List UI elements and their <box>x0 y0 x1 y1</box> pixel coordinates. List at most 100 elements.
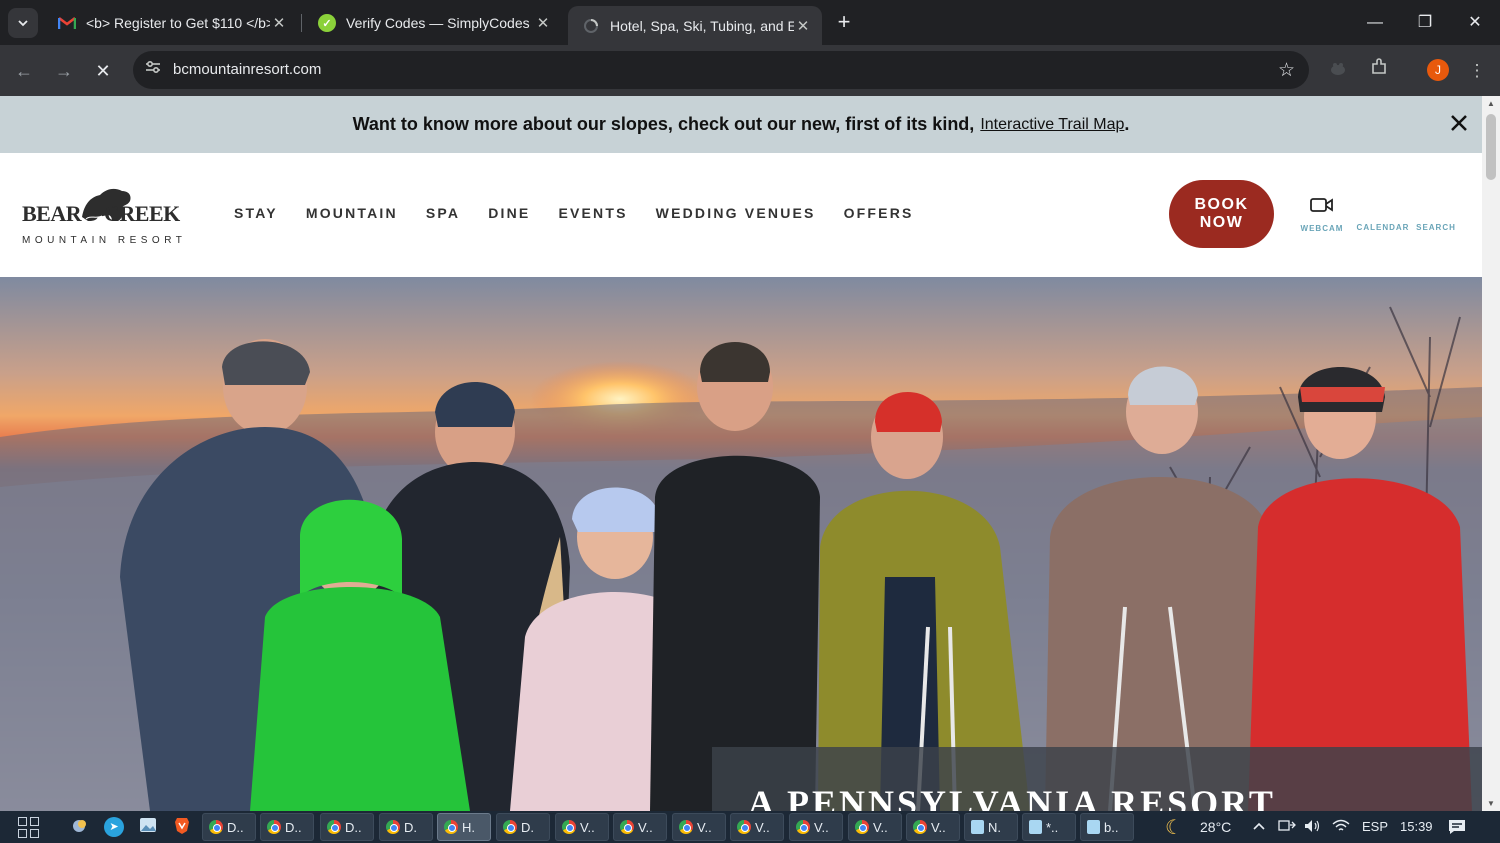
tab-search-button[interactable] <box>8 8 38 38</box>
nav-item-wedding-venues[interactable]: WEDDING VENUES <box>656 205 816 221</box>
tab-separator <box>301 14 302 32</box>
scroll-up-arrow[interactable]: ▲ <box>1486 99 1496 108</box>
tab-simplycodes[interactable]: ✓ Verify Codes — SimplyCodes ✕ <box>304 6 562 40</box>
taskbar-app[interactable]: D.. <box>260 813 314 841</box>
chrome-icon <box>796 820 810 834</box>
gmail-icon <box>58 14 76 32</box>
notepad-icon <box>1087 820 1100 834</box>
webcam-link[interactable]: WEBCAM <box>1300 197 1344 233</box>
taskbar-app[interactable]: N. <box>964 813 1018 841</box>
tab-gmail[interactable]: <b> Register to Get $110 </b> ✕ <box>44 6 298 40</box>
taskbar-app[interactable]: b.. <box>1080 813 1134 841</box>
more-menu-icon[interactable]: ⋮ <box>1464 58 1490 84</box>
url-text: bcmountainresort.com <box>173 61 322 78</box>
taskbar-app[interactable]: V.. <box>906 813 960 841</box>
profile-avatar[interactable]: J <box>1427 59 1449 81</box>
nav-item-dine[interactable]: DINE <box>488 205 530 221</box>
taskbar-app[interactable]: D.. <box>202 813 256 841</box>
taskbar-app[interactable]: D. <box>379 813 433 841</box>
minimize-button[interactable]: — <box>1360 10 1390 36</box>
chrome-icon <box>386 820 400 834</box>
hero-photo <box>0 277 1482 811</box>
notifications-icon[interactable] <box>1448 819 1466 838</box>
page-scrollbar[interactable]: ▲ ▼ <box>1482 96 1500 811</box>
taskbar-app-label: D.. <box>285 819 302 835</box>
taskbar-app-label: D.. <box>345 819 362 835</box>
nav-item-events[interactable]: EVENTS <box>558 205 627 221</box>
extensions-icon[interactable] <box>1366 58 1392 84</box>
clock[interactable]: 15:39 <box>1400 819 1433 834</box>
input-method-icon[interactable] <box>1278 819 1296 836</box>
taskbar-app[interactable]: D.. <box>320 813 374 841</box>
calendar-link[interactable]: CALENDAR <box>1355 213 1411 232</box>
announcement-bar: Want to know more about our slopes, chec… <box>0 96 1482 153</box>
close-icon[interactable]: ✕ <box>534 14 552 32</box>
taskbar-app[interactable]: V.. <box>848 813 902 841</box>
moon-icon[interactable]: ☾ <box>1165 815 1183 840</box>
taskbar-app-label: H. <box>462 819 475 835</box>
search-link[interactable]: SEARCH <box>1414 213 1458 232</box>
chrome-icon <box>913 820 927 834</box>
page-viewport: Want to know more about our slopes, chec… <box>0 96 1500 811</box>
nav-item-mountain[interactable]: MOUNTAIN <box>306 205 398 221</box>
taskbar-app-label: D. <box>521 819 534 835</box>
close-icon[interactable]: ✕ <box>270 14 288 32</box>
forward-button[interactable]: → <box>50 57 78 85</box>
nav-item-offers[interactable]: OFFERS <box>844 205 914 221</box>
taskbar-app[interactable]: *.. <box>1022 813 1076 841</box>
weather-app-icon[interactable] <box>70 817 90 837</box>
bookmark-star-icon[interactable]: ☆ <box>1278 59 1295 82</box>
photos-app-icon[interactable] <box>138 817 158 837</box>
chrome-icon <box>855 820 869 834</box>
taskbar-app[interactable]: D. <box>496 813 550 841</box>
search-label: SEARCH <box>1416 223 1456 232</box>
chrome-icon <box>503 820 517 834</box>
nav-item-stay[interactable]: STAY <box>234 205 278 221</box>
close-announcement-button[interactable] <box>1450 108 1468 138</box>
scroll-down-arrow[interactable]: ▼ <box>1486 799 1496 808</box>
chrome-icon <box>679 820 693 834</box>
chrome-icon <box>327 820 341 834</box>
taskbar-app[interactable]: V.. <box>789 813 843 841</box>
taskbar-app-label: V.. <box>638 819 653 835</box>
back-button[interactable]: ← <box>10 57 38 85</box>
weather-temperature[interactable]: 28°C <box>1200 819 1231 835</box>
close-icon[interactable]: ✕ <box>794 17 812 35</box>
taskbar-app[interactable]: V.. <box>613 813 667 841</box>
telegram-icon[interactable]: ➤ <box>104 817 124 837</box>
scroll-thumb[interactable] <box>1486 114 1496 180</box>
taskbar-app-label: V.. <box>755 819 770 835</box>
language-indicator[interactable]: ESP <box>1362 819 1388 834</box>
taskbar-app-label: V.. <box>873 819 888 835</box>
announcement-suffix: . <box>1124 114 1130 134</box>
trail-map-link[interactable]: Interactive Trail Map <box>980 116 1124 134</box>
site-header: BEAR CREEK MOUNTAIN RESORT STAY MOUNTAIN… <box>0 153 1482 277</box>
close-window-button[interactable]: ✕ <box>1460 10 1490 36</box>
logo-subtitle: MOUNTAIN RESORT <box>22 235 187 246</box>
bear-creek-logo[interactable]: BEAR CREEK MOUNTAIN RESORT <box>22 183 192 247</box>
extension-puzzle-icon[interactable] <box>1325 58 1351 84</box>
taskbar: ➤ D.. D.. D.. D. H. D. V.. V.. V.. V.. V… <box>0 811 1500 843</box>
restore-button[interactable]: ❐ <box>1410 10 1440 36</box>
book-now-line1: BOOK <box>1194 196 1249 213</box>
address-bar[interactable]: bcmountainresort.com ☆ <box>133 51 1309 89</box>
wifi-icon[interactable] <box>1332 819 1350 836</box>
book-now-button[interactable]: BOOK NOW <box>1169 180 1274 248</box>
speaker-icon[interactable] <box>1304 819 1322 836</box>
chevron-up-icon[interactable] <box>1252 819 1266 835</box>
start-button[interactable] <box>18 817 40 839</box>
nav-item-spa[interactable]: SPA <box>426 205 460 221</box>
taskbar-app-label: *.. <box>1046 819 1059 835</box>
brave-icon[interactable] <box>172 817 192 837</box>
stop-loading-button[interactable]: ✕ <box>89 57 117 85</box>
taskbar-app[interactable]: V.. <box>672 813 726 841</box>
loading-icon <box>582 17 600 35</box>
chrome-icon <box>620 820 634 834</box>
new-tab-button[interactable]: + <box>834 10 854 34</box>
tab-bear-creek[interactable]: Hotel, Spa, Ski, Tubing, and Eve ✕ <box>568 6 822 45</box>
taskbar-app[interactable]: V.. <box>555 813 609 841</box>
chevron-down-icon <box>18 20 28 27</box>
taskbar-app-active[interactable]: H. <box>437 813 491 841</box>
site-info-icon[interactable] <box>143 60 163 80</box>
taskbar-app[interactable]: V.. <box>730 813 784 841</box>
